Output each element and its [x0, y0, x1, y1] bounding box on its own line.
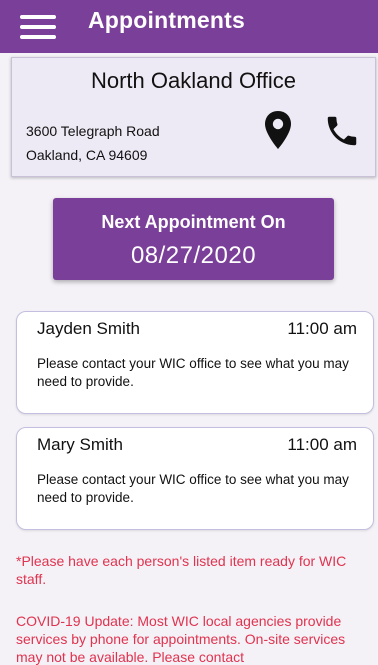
appointment-note: Please contact your WIC office to see wh…: [37, 356, 349, 389]
items-ready-notice: *Please have each person's listed item r…: [16, 553, 347, 587]
appointment-card[interactable]: Mary Smith 11:00 am Please contact your …: [16, 427, 374, 530]
next-appointment-button[interactable]: Next Appointment On 08/27/2020: [53, 198, 334, 280]
next-appointment-label: Next Appointment On: [101, 212, 286, 232]
menu-bar: [20, 14, 56, 19]
appointment-time: 11:00 am: [287, 435, 357, 454]
menu-bar: [20, 34, 56, 39]
map-pin-icon[interactable]: [263, 110, 293, 150]
appointment-person-name: Jayden Smith: [37, 319, 140, 338]
address-line-1: 3600 Telegraph Road: [26, 123, 160, 139]
app-header: Appointments: [0, 0, 378, 53]
page-title: Appointments: [88, 7, 245, 33]
appointment-person-name: Mary Smith: [37, 435, 123, 454]
office-address: 3600 Telegraph Road Oakland, CA 94609: [26, 119, 160, 167]
covid-update-notice: COVID-19 Update: Most WIC local agencies…: [16, 613, 346, 665]
office-card: North Oakland Office 3600 Telegraph Road…: [11, 57, 376, 177]
hamburger-menu-icon[interactable]: [20, 7, 66, 47]
menu-bar: [20, 24, 56, 29]
address-line-2: Oakland, CA 94609: [26, 147, 148, 163]
next-appointment-date: 08/27/2020: [130, 242, 257, 269]
app-screen: Appointments North Oakland Office 3600 T…: [0, 0, 378, 665]
appointment-note: Please contact your WIC office to see wh…: [37, 472, 349, 505]
phone-icon[interactable]: [323, 112, 361, 150]
appointment-card[interactable]: Jayden Smith 11:00 am Please contact you…: [16, 311, 374, 414]
appointment-time: 11:00 am: [287, 319, 357, 338]
office-name: North Oakland Office: [90, 68, 297, 93]
